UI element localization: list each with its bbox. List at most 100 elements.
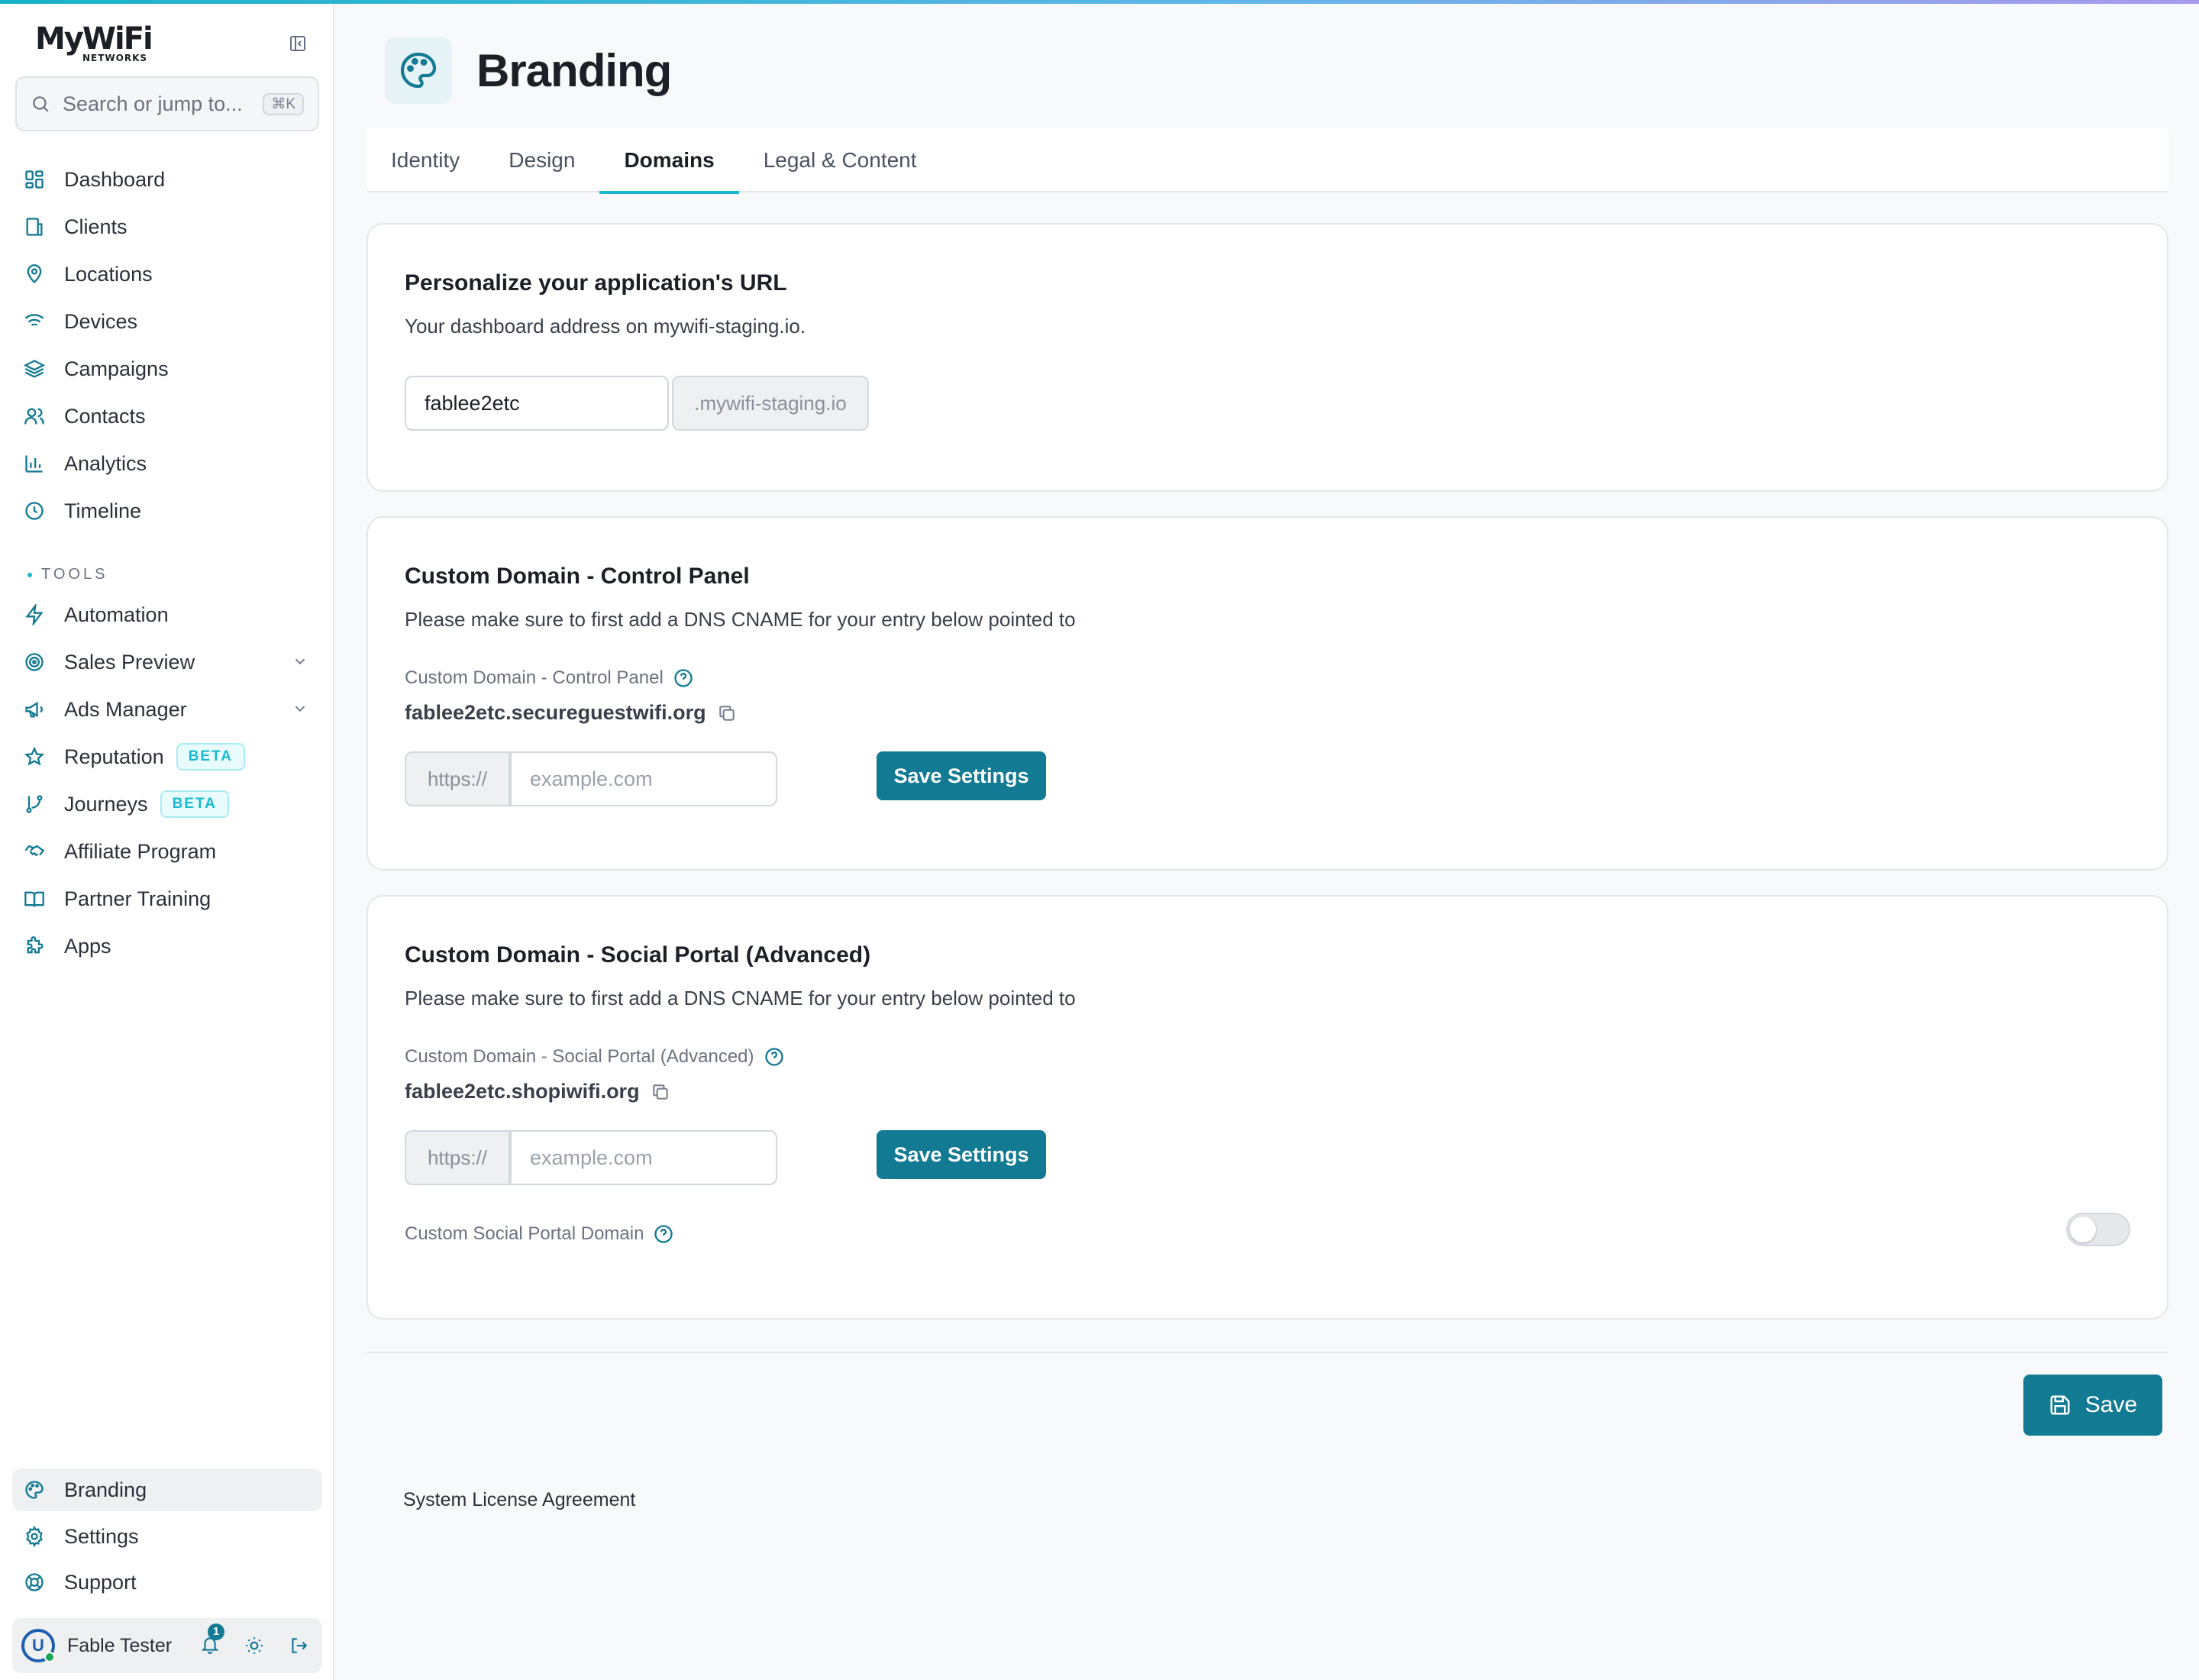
sidebar-item-automation[interactable]: Automation xyxy=(12,593,322,636)
tab-identity[interactable]: Identity xyxy=(366,128,484,192)
clock-icon xyxy=(23,499,46,522)
sidebar-item-partner-training[interactable]: Partner Training xyxy=(12,877,322,920)
search-bar[interactable]: Search or jump to... ⌘K xyxy=(15,76,319,131)
book-icon xyxy=(23,887,46,910)
sidebar-item-label: Partner Training xyxy=(64,887,212,910)
system-license-agreement-link[interactable]: System License Agreement xyxy=(403,1489,635,1511)
sidebar-item-label: Ads Manager xyxy=(64,697,187,721)
social-portal-field-label: Custom Domain - Social Portal (Advanced) xyxy=(405,1046,785,1068)
control-panel-field-label-text: Custom Domain - Control Panel xyxy=(405,667,664,688)
sidebar-item-campaigns[interactable]: Campaigns xyxy=(12,347,322,390)
control-panel-field-label: Custom Domain - Control Panel xyxy=(405,667,694,689)
https-prefix: https:// xyxy=(405,1130,510,1185)
sidebar-item-journeys[interactable]: Journeys BETA xyxy=(12,783,322,825)
social-portal-cname-target: fablee2etc.shopiwifi.org xyxy=(405,1080,670,1103)
sidebar-item-label: Branding xyxy=(64,1478,147,1501)
help-icon[interactable] xyxy=(764,1046,785,1068)
chevron-down-icon[interactable] xyxy=(292,651,308,675)
sidebar-item-devices[interactable]: Devices xyxy=(12,300,322,343)
sidebar-item-label: Locations xyxy=(64,262,153,286)
sidebar: MyWiFi NETWORKS Search or jump to... ⌘K … xyxy=(0,4,334,1680)
tab-legal-content[interactable]: Legal & Content xyxy=(739,128,941,192)
sidebar-item-locations[interactable]: Locations xyxy=(12,253,322,296)
sidebar-item-dashboard[interactable]: Dashboard xyxy=(12,158,322,201)
tools-section-label: TOOLS xyxy=(27,566,108,583)
beta-badge: BETA xyxy=(176,743,245,771)
sun-icon[interactable] xyxy=(244,1636,264,1656)
users-icon xyxy=(23,405,46,428)
sidebar-item-label: Sales Preview xyxy=(64,650,195,674)
social-portal-domain-input[interactable]: example.com xyxy=(510,1130,777,1185)
sidebar-item-contacts[interactable]: Contacts xyxy=(12,395,322,438)
logout-icon[interactable] xyxy=(289,1636,308,1656)
sidebar-item-clients[interactable]: Clients xyxy=(12,205,322,248)
online-status-dot xyxy=(44,1652,55,1662)
sidebar-item-label: Contacts xyxy=(64,404,146,428)
save-settings-button[interactable]: Save Settings xyxy=(877,751,1046,800)
help-icon[interactable] xyxy=(673,667,694,689)
git-branch-icon xyxy=(23,793,46,816)
domain-suffix: .mywifi-staging.io xyxy=(672,376,869,431)
url-card-description: Your dashboard address on mywifi-staging… xyxy=(405,315,806,338)
target-icon xyxy=(23,651,46,674)
logo-wordmark: MyWiFi xyxy=(35,21,153,57)
cname-target-text: fablee2etc.secureguestwifi.org xyxy=(405,701,706,724)
beta-badge: BETA xyxy=(160,790,229,818)
handshake-icon xyxy=(23,840,46,863)
user-menu[interactable]: U Fable Tester 1 xyxy=(12,1618,322,1673)
life-buoy-icon xyxy=(23,1571,46,1594)
save-button[interactable]: Save xyxy=(2023,1375,2162,1436)
sidebar-item-apps[interactable]: Apps xyxy=(12,925,322,968)
toggle-knob xyxy=(2070,1216,2096,1242)
control-panel-card-title: Custom Domain - Control Panel xyxy=(405,564,750,589)
puzzle-icon xyxy=(23,935,46,958)
tab-design[interactable]: Design xyxy=(484,128,599,192)
save-button-label: Save xyxy=(2084,1392,2138,1417)
tools-section-text: TOOLS xyxy=(41,566,108,583)
sidebar-item-timeline[interactable]: Timeline xyxy=(12,489,322,532)
sidebar-collapse-icon[interactable] xyxy=(287,33,308,54)
sidebar-item-sales-preview[interactable]: Sales Preview xyxy=(12,641,322,683)
custom-social-portal-toggle-label: Custom Social Portal Domain xyxy=(405,1223,674,1245)
save-settings-button[interactable]: Save Settings xyxy=(877,1130,1046,1179)
control-panel-domain-card: Custom Domain - Control Panel Please mak… xyxy=(366,516,2168,871)
megaphone-icon xyxy=(23,698,46,721)
branding-tabs: Identity Design Domains Legal & Content xyxy=(366,128,2168,194)
copy-icon[interactable] xyxy=(651,1082,670,1102)
zap-icon xyxy=(23,603,46,626)
sidebar-item-reputation[interactable]: Reputation BETA xyxy=(12,735,322,778)
copy-icon[interactable] xyxy=(717,703,737,723)
sidebar-item-label: Support xyxy=(64,1570,137,1594)
chevron-down-icon[interactable] xyxy=(292,699,308,722)
star-icon xyxy=(23,745,46,768)
sidebar-item-label: Dashboard xyxy=(64,167,166,191)
search-placeholder: Search or jump to... xyxy=(63,92,243,115)
sidebar-item-settings[interactable]: Settings xyxy=(12,1515,322,1558)
brand-logo[interactable]: MyWiFi NETWORKS xyxy=(35,22,188,68)
sidebar-item-branding[interactable]: Branding xyxy=(12,1468,322,1511)
actions-divider xyxy=(366,1352,2168,1353)
tab-domains[interactable]: Domains xyxy=(599,128,739,194)
bar-chart-icon xyxy=(23,452,46,475)
sidebar-item-ads-manager[interactable]: Ads Manager xyxy=(12,688,322,731)
sidebar-item-analytics[interactable]: Analytics xyxy=(12,442,322,485)
help-icon[interactable] xyxy=(653,1223,674,1245)
social-portal-card-description: Please make sure to first add a DNS CNAM… xyxy=(405,987,1076,1010)
sidebar-item-label: Settings xyxy=(64,1524,139,1548)
url-card: Personalize your application's URL Your … xyxy=(366,223,2168,492)
cname-target-text: fablee2etc.shopiwifi.org xyxy=(405,1080,640,1103)
search-shortcut-badge: ⌘K xyxy=(263,92,304,115)
custom-social-portal-toggle[interactable] xyxy=(2066,1213,2130,1246)
sidebar-item-support[interactable]: Support xyxy=(12,1561,322,1604)
https-prefix: https:// xyxy=(405,751,510,806)
bell-icon[interactable]: 1 xyxy=(200,1623,224,1658)
page-title: Branding xyxy=(476,44,672,96)
logo-subtitle: NETWORKS xyxy=(82,53,148,63)
toggle-label-text: Custom Social Portal Domain xyxy=(405,1223,644,1244)
sidebar-item-label: Automation xyxy=(64,603,169,626)
subdomain-input[interactable]: fablee2etc xyxy=(405,376,669,431)
avatar[interactable]: U xyxy=(21,1629,55,1662)
control-panel-domain-input[interactable]: example.com xyxy=(510,751,777,806)
sidebar-item-affiliate-program[interactable]: Affiliate Program xyxy=(12,830,322,873)
palette-icon xyxy=(385,37,452,104)
